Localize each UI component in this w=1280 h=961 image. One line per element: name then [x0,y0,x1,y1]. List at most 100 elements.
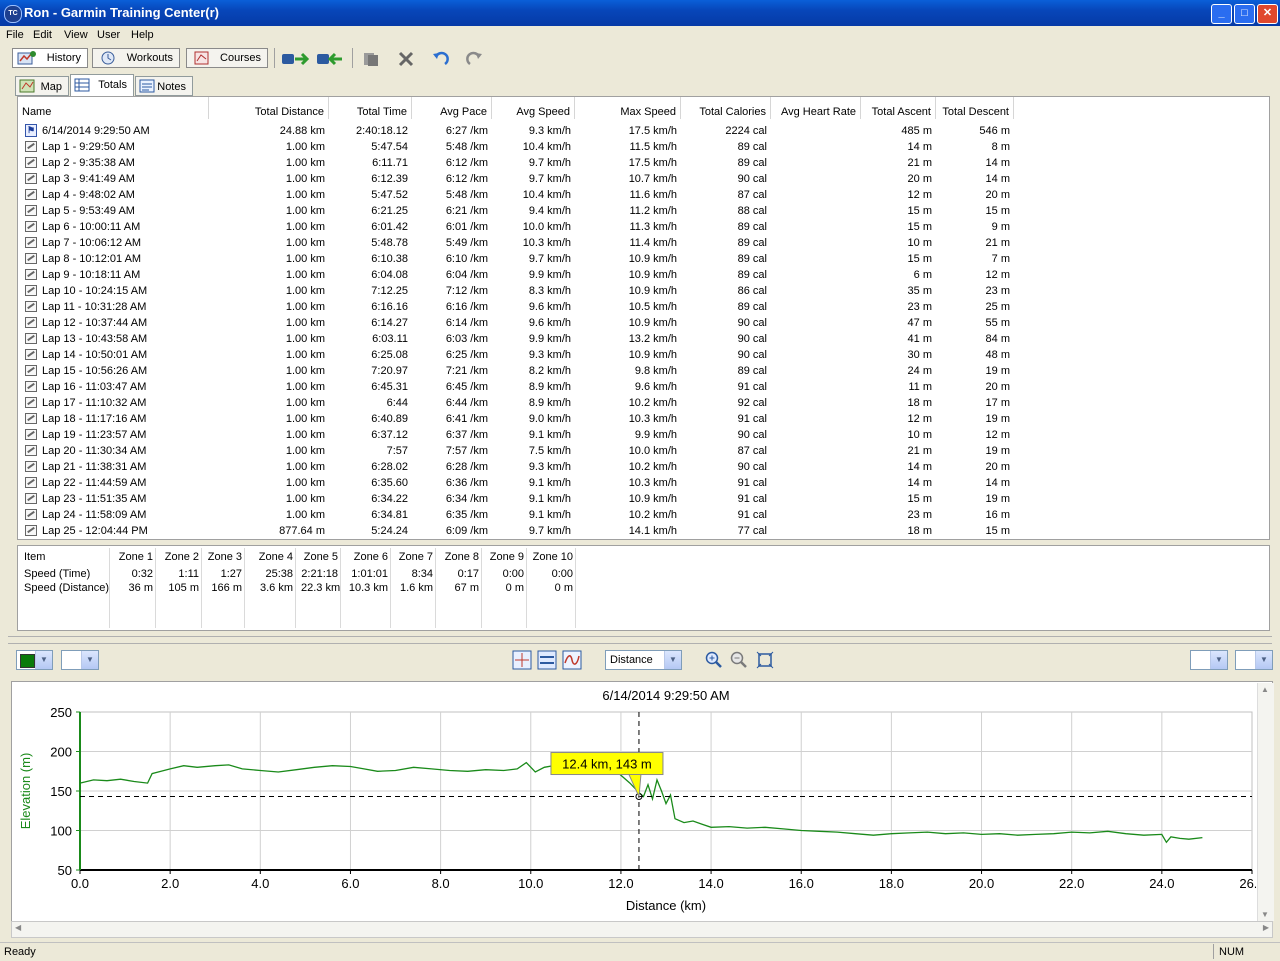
zoom-in-icon[interactable] [705,651,723,669]
zone-column-header[interactable]: Zone 5 [297,549,342,565]
menu-file[interactable]: File [6,29,24,41]
lap-icon [25,413,37,424]
menu-view[interactable]: View [64,29,88,41]
lap-row[interactable]: Lap 9 - 10:18:11 AM 1.00 km 6:04.08 6:04 /k… [18,267,1269,283]
workouts-button[interactable]: Workouts [92,48,180,68]
right-series-select[interactable]: ▼ [1190,650,1228,670]
menu-edit[interactable]: Edit [33,29,52,41]
crosshair-icon[interactable] [512,650,532,670]
lap-row[interactable]: Lap 13 - 10:43:58 AM 1.00 km 6:03.11 6:03 /… [18,331,1269,347]
activity-row[interactable]: ⚑ 6/14/2014 9:29:50 AM 24.88 km 2:40:18.12 6… [18,123,1269,139]
minimize-button[interactable]: _ [1211,4,1232,24]
close-button[interactable]: ✕ [1257,4,1278,24]
table-cell: 6:04 /km [445,269,488,281]
zone-column-header[interactable]: Zone 1 [111,549,157,565]
zone-column-header[interactable]: Zone 9 [483,549,528,565]
chart-vertical-scrollbar[interactable]: ▲ ▼ [1257,683,1274,921]
zone-column-header[interactable]: Zone 3 [203,549,246,565]
column-header[interactable]: Avg Heart Rate [771,97,861,119]
undo-icon[interactable] [431,51,449,67]
xaxis-select[interactable]: Distance ▼ [605,650,682,670]
table-cell: 6:45 /km [445,381,488,393]
column-header[interactable]: Max Speed [575,97,681,119]
zone-column-header[interactable]: Zone 2 [157,549,203,565]
series-color-select[interactable]: ▼ [16,650,53,670]
lap-icon [25,285,37,296]
column-header[interactable]: Total Ascent [861,97,936,119]
elevation-chart[interactable]: 0.0 2.0 4.0 6.0 8.0 10.0 12.0 14.0 16.0 18.0 20.0 2… [12,682,1265,920]
tab-notes[interactable]: Notes [135,76,193,96]
lap-row[interactable]: Lap 6 - 10:00:11 AM 1.00 km 6:01.42 6:01 /k… [18,219,1269,235]
zone-column-header[interactable]: Zone 8 [437,549,483,565]
table-cell: 90 cal [737,317,767,329]
lap-row[interactable]: Lap 11 - 10:31:28 AM 1.00 km 6:16.16 6:16 /… [18,299,1269,315]
zone-column-header[interactable]: Zone 4 [246,549,297,565]
table-cell: 1.00 km [285,285,325,297]
lap-row[interactable]: Lap 24 - 11:58:09 AM 1.00 km 6:34.81 6:35 /… [18,507,1269,523]
lap-row[interactable]: Lap 7 - 10:06:12 AM 1.00 km 5:48.78 5:49 /k… [18,235,1269,251]
overlay-chart-icon[interactable] [562,650,582,670]
zone-column-header[interactable]: Item [20,549,111,565]
column-header[interactable]: Avg Speed [492,97,575,119]
lap-row[interactable]: Lap 25 - 12:04:44 PM 877.64 m 5:24.24 6:09 … [18,523,1269,539]
tab-notes-label: Notes [157,81,186,93]
column-header[interactable]: Total Distance [209,97,329,119]
lap-row[interactable]: Lap 12 - 10:37:44 AM 1.00 km 6:14.27 6:14 /… [18,315,1269,331]
zoom-fit-icon[interactable] [756,651,774,669]
column-header[interactable]: Total Descent [936,97,1014,119]
series2-color-select[interactable]: ▼ [61,650,99,670]
table-cell: 19 m [985,493,1010,505]
lap-row[interactable]: Lap 23 - 11:51:35 AM 1.00 km 6:34.22 6:34 /… [18,491,1269,507]
table-cell: 6:10.38 [371,253,408,265]
tab-totals[interactable]: Totals [70,74,134,96]
toolbar-separator [352,48,353,68]
lap-row[interactable]: Lap 20 - 11:30:34 AM 1.00 km 7:57 7:57 /km 7… [18,443,1269,459]
history-button[interactable]: History [12,48,88,68]
courses-button[interactable]: Courses [186,48,268,68]
delete-icon[interactable] [397,51,415,67]
table-cell: 19 m [985,445,1010,457]
redo-icon[interactable] [466,51,484,67]
lap-row[interactable]: Lap 14 - 10:50:01 AM 1.00 km 6:25.08 6:25 /… [18,347,1269,363]
tab-map[interactable]: Map [15,76,69,96]
right-series2-select[interactable]: ▼ [1235,650,1273,670]
table-cell: Lap 14 - 10:50:01 AM [42,349,148,361]
zone-cell: 166 m [211,582,242,594]
zoom-out-icon[interactable] [730,651,748,669]
lap-row[interactable]: Lap 10 - 10:24:15 AM 1.00 km 7:12.25 7:12 /… [18,283,1269,299]
column-header[interactable]: Name [18,97,209,119]
column-header[interactable]: Total Calories [681,97,771,119]
table-cell: 23 m [907,509,932,521]
zone-cell: 0 m [505,582,524,594]
menu-help[interactable]: Help [131,29,154,41]
table-cell: 11.5 km/h [629,141,678,153]
lap-row[interactable]: Lap 8 - 10:12:01 AM 1.00 km 6:10.38 6:10 /k… [18,251,1269,267]
lap-row[interactable]: Lap 18 - 11:17:16 AM 1.00 km 6:40.89 6:41 /… [18,411,1269,427]
lap-row[interactable]: Lap 17 - 11:10:32 AM 1.00 km 6:44 6:44 /km 8… [18,395,1269,411]
zone-column-header[interactable]: Zone 10 [528,549,577,565]
lap-row[interactable]: Lap 2 - 9:35:38 AM 1.00 km 6:11.71 6:12 /km… [18,155,1269,171]
lap-row[interactable]: Lap 22 - 11:44:59 AM 1.00 km 6:35.60 6:36 /… [18,475,1269,491]
lap-row[interactable]: Lap 21 - 11:38:31 AM 1.00 km 6:28.02 6:28 /… [18,459,1269,475]
split-view-icon[interactable] [537,650,557,670]
column-header[interactable]: Total Time [329,97,412,119]
lap-row[interactable]: Lap 3 - 9:41:49 AM 1.00 km 6:12.39 6:12 /km… [18,171,1269,187]
copy-icon[interactable] [362,51,380,67]
zone-column-header[interactable]: Zone 6 [342,549,392,565]
maximize-button[interactable]: □ [1234,4,1255,24]
menu-user[interactable]: User [97,29,120,41]
send-to-device-icon[interactable] [316,51,344,67]
lap-row[interactable]: Lap 4 - 9:48:02 AM 1.00 km 5:47.52 5:48 /km… [18,187,1269,203]
chart-horizontal-scrollbar[interactable]: ◀ ▶ [11,921,1273,938]
column-header[interactable]: Avg Pace [412,97,492,119]
lap-row[interactable]: Lap 5 - 9:53:49 AM 1.00 km 6:21.25 6:21 /km… [18,203,1269,219]
lap-row[interactable]: Lap 15 - 10:56:26 AM 1.00 km 7:20.97 7:21 /… [18,363,1269,379]
lap-row[interactable]: Lap 19 - 11:23:57 AM 1.00 km 6:37.12 6:37 /… [18,427,1269,443]
table-cell [771,379,861,395]
lap-row[interactable]: Lap 1 - 9:29:50 AM 1.00 km 5:47.54 5:48 /km… [18,139,1269,155]
lap-row[interactable]: Lap 16 - 11:03:47 AM 1.00 km 6:45.31 6:45 /… [18,379,1269,395]
zone-column-header[interactable]: Zone 7 [392,549,437,565]
y-tick-label: 200 [50,745,72,760]
receive-from-device-icon[interactable] [281,51,309,67]
splitter[interactable] [8,636,1272,644]
